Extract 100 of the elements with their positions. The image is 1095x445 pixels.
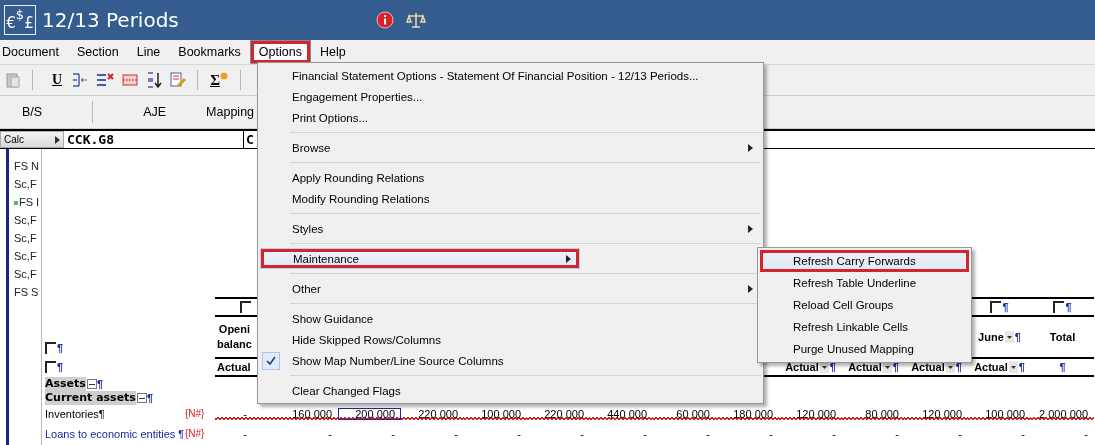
- menu-item[interactable]: Print Options...: [260, 107, 761, 128]
- menu-bar-item[interactable]: Document: [0, 40, 68, 64]
- table-cell[interactable]: -: [527, 427, 590, 440]
- table-cell[interactable]: 80 000: [842, 407, 905, 420]
- checkbox[interactable]: [1053, 301, 1065, 313]
- dropdown-icon[interactable]: [1008, 361, 1018, 373]
- table-cell[interactable]: -: [968, 427, 1031, 440]
- table-cell[interactable]: 2 000 000: [1031, 407, 1094, 420]
- table-cell[interactable]: 200 000: [338, 407, 401, 420]
- view-tab[interactable]: AJE: [143, 105, 167, 119]
- menu-bar-item[interactable]: Line: [127, 40, 170, 64]
- sum-button[interactable]: Σ: [208, 71, 230, 89]
- menu-item[interactable]: Show Map Number/Line Source Columns: [260, 350, 761, 371]
- checkbox[interactable]: [239, 301, 251, 313]
- outline-item[interactable]: FS I: [9, 193, 41, 211]
- sort-icon[interactable]: [145, 71, 164, 89]
- pilcrow: ¶: [1002, 301, 1009, 313]
- menu-item[interactable]: Other: [260, 278, 761, 299]
- outline-item[interactable]: Sc,F: [9, 265, 41, 283]
- cell-reference-field[interactable]: CCK.G8: [64, 131, 244, 148]
- menu-bar-item[interactable]: Section: [68, 40, 128, 64]
- menu-item[interactable]: Styles: [260, 218, 761, 239]
- checkbox[interactable]: [45, 361, 56, 373]
- dropdown-icon[interactable]: [1004, 331, 1014, 343]
- caret-icon: [55, 135, 60, 144]
- menu-bar-item[interactable]: Bookmarks: [169, 40, 250, 64]
- menu-item[interactable]: Financial Statement Options - Statement Of Financial Position - 12/13 Periods...: [260, 65, 761, 86]
- pilcrow: ¶: [1059, 361, 1066, 373]
- table-cell[interactable]: 160 000: [275, 407, 338, 420]
- menu-item[interactable]: Show Guidance: [260, 308, 761, 329]
- view-tab[interactable]: B/S: [22, 105, 43, 119]
- outline-item[interactable]: FS N: [9, 157, 41, 175]
- table-cell[interactable]: -: [275, 427, 338, 440]
- basis-label: Actual: [848, 361, 882, 373]
- table-cell[interactable]: 60 000: [653, 407, 716, 420]
- basis-label: Actual: [217, 361, 251, 373]
- table-icon[interactable]: [121, 71, 140, 89]
- table-cell[interactable]: -: [905, 427, 968, 440]
- map-number: {N#}: [185, 408, 206, 419]
- outline-item[interactable]: Sc,F: [9, 247, 41, 265]
- table-cell[interactable]: -: [464, 427, 527, 440]
- submenu-arrow-icon: [748, 224, 753, 233]
- table-cell[interactable]: -: [338, 427, 401, 440]
- calc-button[interactable]: Calc: [0, 131, 64, 148]
- table-cell[interactable]: 180 000: [716, 407, 779, 420]
- outline-item[interactable]: Sc,F: [9, 211, 41, 229]
- submenu-arrow-icon: [748, 284, 753, 293]
- menu-item[interactable]: Refresh Table Underline: [760, 272, 969, 294]
- submenu-arrow-icon: [748, 143, 753, 152]
- pilcrow: ¶: [1014, 331, 1021, 343]
- outline-item[interactable]: Sc,F: [9, 175, 41, 193]
- checkbox[interactable]: [990, 301, 1002, 313]
- delete-column-icon[interactable]: [95, 71, 116, 89]
- table-cell[interactable]: 220 000: [401, 407, 464, 420]
- table-cell[interactable]: -: [653, 427, 716, 440]
- app-logo: €$£: [4, 5, 36, 35]
- table-cell[interactable]: -: [716, 427, 779, 440]
- table-cell[interactable]: 100 000: [968, 407, 1031, 420]
- table-cell[interactable]: -: [779, 427, 842, 440]
- table-cell[interactable]: 120 000: [905, 407, 968, 420]
- menu-item[interactable]: Apply Rounding Relations: [260, 167, 761, 188]
- line-label: Inventories¶: [44, 407, 106, 420]
- table-cell[interactable]: 100 000: [464, 407, 527, 420]
- collapse-icon[interactable]: [86, 379, 97, 389]
- basis-label: Actual: [785, 361, 819, 373]
- menu-item[interactable]: Hide Skipped Rows/Columns: [260, 329, 761, 350]
- info-icon[interactable]: [375, 11, 394, 29]
- menu-item[interactable]: Reload Cell Groups: [760, 294, 969, 316]
- menu-item[interactable]: Purge Unused Mapping: [760, 338, 969, 360]
- table-cell[interactable]: 440 000: [590, 407, 653, 420]
- menu-bar-item[interactable]: Help: [310, 40, 355, 64]
- menu-bar-item[interactable]: Options: [249, 40, 311, 64]
- submenu-arrow-icon: [566, 254, 571, 263]
- map-number: {N#}: [185, 428, 206, 439]
- menu-item[interactable]: Browse: [260, 137, 761, 158]
- outline-item[interactable]: Sc,F: [9, 229, 41, 247]
- collapse-icon[interactable]: [136, 393, 147, 403]
- table-cell[interactable]: -: [1031, 427, 1094, 440]
- table-cell[interactable]: -: [401, 427, 464, 440]
- menu-item[interactable]: Maintenance: [260, 248, 580, 269]
- table-cell[interactable]: -: [215, 427, 275, 440]
- table-cell[interactable]: -: [842, 427, 905, 440]
- menu-item[interactable]: Clear Changed Flags: [260, 380, 761, 401]
- underline-button[interactable]: U: [49, 72, 66, 88]
- column-heading: Openi balanc: [217, 322, 252, 352]
- table-cell[interactable]: 120 000: [779, 407, 842, 420]
- view-tab[interactable]: Mapping: [206, 105, 255, 119]
- pilcrow: ¶: [892, 361, 899, 373]
- pilcrow: ¶: [57, 342, 64, 354]
- table-cell[interactable]: 220 000: [527, 407, 590, 420]
- menu-item[interactable]: Modify Rounding Relations: [260, 188, 761, 209]
- indent-icon[interactable]: [71, 71, 90, 89]
- checkbox[interactable]: [45, 342, 56, 354]
- scales-icon[interactable]: [405, 11, 426, 29]
- outline-item[interactable]: FS S: [9, 283, 41, 301]
- menu-item[interactable]: Refresh Carry Forwards: [760, 250, 969, 272]
- table-cell[interactable]: -: [590, 427, 653, 440]
- menu-item[interactable]: Refresh Linkable Cells: [760, 316, 969, 338]
- menu-item[interactable]: Engagement Properties...: [260, 86, 761, 107]
- window-title: 12/13 Periods: [42, 8, 179, 32]
